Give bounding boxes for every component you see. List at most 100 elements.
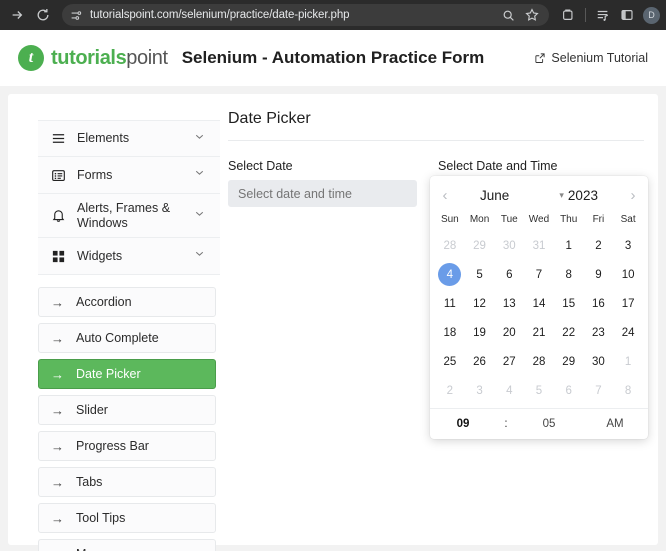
address-bar[interactable]: tutorialspoint.com/selenium/practice/dat… xyxy=(62,4,549,26)
calendar-day[interactable]: 27 xyxy=(494,347,524,376)
content-card: Elements Forms Alerts, Frames & Windows … xyxy=(8,94,658,551)
calendar-day[interactable]: 25 xyxy=(435,347,465,376)
side-panel-icon[interactable] xyxy=(616,4,638,26)
browser-toolbar: tutorialspoint.com/selenium/practice/dat… xyxy=(0,0,666,30)
calendar-day[interactable]: 29 xyxy=(465,231,495,260)
calendar-day[interactable]: 5 xyxy=(524,376,554,405)
select-date-input[interactable] xyxy=(228,180,417,207)
calendar-day[interactable]: 15 xyxy=(554,289,584,318)
chevron-left-icon[interactable]: ‹ xyxy=(436,187,454,204)
calendar-day[interactable]: 16 xyxy=(584,289,614,318)
calendar-day[interactable]: 11 xyxy=(435,289,465,318)
calendar-week-row: 25 26 27 28 29 30 1 xyxy=(430,347,648,376)
calendar-day[interactable]: 10 xyxy=(613,260,643,289)
calendar-day[interactable]: 28 xyxy=(524,347,554,376)
sidebar-item-tool-tips[interactable]: → Tool Tips xyxy=(38,503,216,533)
calendar-day-selected[interactable]: 4 xyxy=(435,260,465,289)
calendar-day[interactable]: 3 xyxy=(465,376,495,405)
sidebar-item-accordion[interactable]: → Accordion xyxy=(38,287,216,317)
calendar-day-label: 1 xyxy=(565,239,572,252)
calendar-day[interactable]: 19 xyxy=(465,318,495,347)
meridiem-value[interactable]: AM xyxy=(582,418,648,430)
selenium-tutorial-link[interactable]: Selenium Tutorial xyxy=(534,51,648,65)
calendar-day[interactable]: 13 xyxy=(494,289,524,318)
sidebar-item-auto-complete[interactable]: → Auto Complete xyxy=(38,323,216,353)
calendar-day[interactable]: 22 xyxy=(554,318,584,347)
calendar-day[interactable]: 17 xyxy=(613,289,643,318)
sidebar-item-label: Auto Complete xyxy=(76,331,159,345)
chevron-down-icon xyxy=(193,130,206,148)
sidebar-item-menu[interactable]: → Menu xyxy=(38,539,216,551)
url-text: tutorialspoint.com/selenium/practice/dat… xyxy=(90,9,350,21)
calendar-day[interactable]: 14 xyxy=(524,289,554,318)
sidebar-item-slider[interactable]: → Slider xyxy=(38,395,216,425)
calendar-day[interactable]: 8 xyxy=(613,376,643,405)
calendar-day[interactable]: 21 xyxy=(524,318,554,347)
calendar-day[interactable]: 26 xyxy=(465,347,495,376)
calendar-day[interactable]: 24 xyxy=(613,318,643,347)
calendar-day-label: 30 xyxy=(502,239,516,252)
calendar-day-label: 7 xyxy=(535,268,543,281)
chevron-right-icon[interactable]: › xyxy=(624,187,642,204)
calendar-day[interactable]: 6 xyxy=(554,376,584,405)
sidebar-item-date-picker[interactable]: → Date Picker xyxy=(38,359,216,389)
calendar-week-row: 4 5 6 7 8 9 10 xyxy=(430,260,648,289)
minute-value[interactable]: 05 xyxy=(516,418,582,430)
sidebar-group-alerts-frames-windows[interactable]: Alerts, Frames & Windows xyxy=(38,194,220,238)
month-selector[interactable]: June xyxy=(456,188,533,203)
calendar-day[interactable]: 6 xyxy=(494,260,524,289)
sidebar-group-widgets[interactable]: Widgets xyxy=(38,238,220,275)
calendar-day-label: 29 xyxy=(562,355,576,368)
sidebar-group-elements[interactable]: Elements xyxy=(38,120,220,157)
brand-name: tutorialspoint xyxy=(51,47,168,70)
forward-button[interactable] xyxy=(6,4,28,26)
calendar-week-row: 28 29 30 31 1 2 3 xyxy=(430,231,648,260)
calendar-day[interactable]: 4 xyxy=(494,376,524,405)
profile-avatar[interactable]: D xyxy=(643,6,660,24)
calendar-day[interactable]: 29 xyxy=(554,347,584,376)
sidebar-group-forms[interactable]: Forms xyxy=(38,157,220,194)
brand-logo-link[interactable]: t tutorialspoint xyxy=(18,45,168,71)
calendar-grid: 28 29 30 31 1 2 3 4 5 6 7 8 9 10 11 12 13 14 15 16 17 18 19 20 2… xyxy=(430,231,648,405)
list-box-icon xyxy=(50,167,66,183)
sidebar-item-progress-bar[interactable]: → Progress Bar xyxy=(38,431,216,461)
calendar-day-label: 28 xyxy=(443,239,457,252)
hour-value[interactable]: 09 xyxy=(430,418,496,430)
calendar-day[interactable]: 7 xyxy=(524,260,554,289)
calendar-day[interactable]: 31 xyxy=(524,231,554,260)
year-selector[interactable]: ▾ 2023 xyxy=(535,188,622,203)
bookmark-star-icon[interactable] xyxy=(525,8,539,22)
calendar-day-label: 14 xyxy=(532,297,546,310)
site-settings-icon[interactable] xyxy=(70,9,83,22)
calendar-day-label: 10 xyxy=(621,268,635,281)
calendar-day-label: 4 xyxy=(506,384,513,397)
calendar-day[interactable]: 18 xyxy=(435,318,465,347)
reading-list-icon[interactable] xyxy=(592,4,614,26)
calendar-day[interactable]: 23 xyxy=(584,318,614,347)
search-icon[interactable] xyxy=(502,9,515,22)
select-date-label: Select Date xyxy=(228,159,293,173)
calendar-day-label: 5 xyxy=(535,384,543,397)
calendar-day[interactable]: 20 xyxy=(494,318,524,347)
calendar-day[interactable]: 30 xyxy=(494,231,524,260)
calendar-day[interactable]: 9 xyxy=(584,260,614,289)
extensions-icon[interactable] xyxy=(557,4,579,26)
calendar-day-label: 3 xyxy=(624,239,632,252)
calendar-day[interactable]: 7 xyxy=(584,376,614,405)
calendar-day-label: 11 xyxy=(443,297,456,310)
calendar-day[interactable]: 2 xyxy=(584,231,614,260)
calendar-day[interactable]: 1 xyxy=(613,347,643,376)
calendar-day[interactable]: 12 xyxy=(465,289,495,318)
calendar-day[interactable]: 28 xyxy=(435,231,465,260)
calendar-day-label: 7 xyxy=(595,384,602,397)
calendar-day[interactable]: 1 xyxy=(554,231,584,260)
sidebar-item-tabs[interactable]: → Tabs xyxy=(38,467,216,497)
reload-button[interactable] xyxy=(32,4,54,26)
calendar-day[interactable]: 8 xyxy=(554,260,584,289)
calendar-day-label: 18 xyxy=(443,326,457,339)
calendar-day[interactable]: 30 xyxy=(584,347,614,376)
calendar-day[interactable]: 5 xyxy=(465,260,495,289)
weekday-label: Wed xyxy=(528,214,550,225)
calendar-day[interactable]: 2 xyxy=(435,376,465,405)
calendar-day[interactable]: 3 xyxy=(613,231,643,260)
